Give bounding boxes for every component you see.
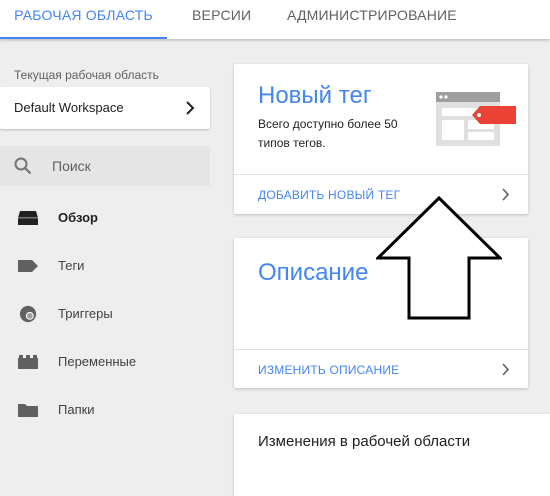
tab-workspace[interactable]: РАБОЧАЯ ОБЛАСТЬ [0, 0, 167, 39]
top-tab-bar: РАБОЧАЯ ОБЛАСТЬ ВЕРСИИ АДМИНИСТРИРОВАНИЕ [0, 0, 550, 39]
edit-description-link[interactable]: ИЗМЕНИТЬ ОПИСАНИЕ [258, 363, 399, 377]
workspace-label: Текущая рабочая область [14, 68, 159, 82]
tag-icon [18, 260, 38, 272]
tag-illustration-icon [436, 92, 516, 146]
sidebar-item-label: Переменные [58, 354, 137, 369]
sidebar-item-tags[interactable]: Теги [0, 246, 210, 286]
trigger-icon [19, 305, 37, 323]
card-divider [234, 349, 528, 350]
chevron-right-icon[interactable] [501, 363, 510, 376]
workspace-changes-title: Изменения в рабочей области [258, 433, 471, 450]
tab-admin[interactable]: АДМИНИСТРИРОВАНИЕ [287, 0, 457, 39]
chevron-right-icon[interactable] [501, 188, 510, 201]
search-input[interactable] [52, 155, 202, 177]
workspace-selector[interactable]: Default Workspace [0, 87, 210, 129]
up-arrow-icon [376, 196, 502, 320]
folder-icon [18, 404, 38, 417]
new-tag-description: Всего доступно более 50 типов тегов. [258, 117, 398, 150]
sidebar-item-folders[interactable]: Папки [0, 390, 210, 430]
sidebar-item-variables[interactable]: Переменные [0, 342, 210, 382]
overview-icon [18, 211, 38, 225]
workspace-name: Default Workspace [14, 100, 124, 115]
new-tag-card: Новый тег Всего доступно более 50 типов … [234, 64, 528, 214]
variables-icon [18, 355, 38, 369]
description-title: Описание [258, 259, 369, 286]
sidebar-item-overview[interactable]: Обзор [0, 198, 210, 238]
chevron-right-icon [186, 101, 195, 115]
sidebar-item-label: Обзор [58, 210, 98, 225]
card-divider [234, 174, 528, 175]
new-tag-title: Новый тег [258, 82, 372, 109]
search-box[interactable] [0, 146, 210, 186]
sidebar-item-label: Папки [58, 402, 95, 417]
sidebar-item-triggers[interactable]: Триггеры [0, 294, 210, 334]
sidebar-item-label: Триггеры [58, 306, 113, 321]
workspace-changes-card: Изменения в рабочей области [234, 414, 550, 496]
sidebar-item-label: Теги [58, 258, 85, 273]
tab-versions[interactable]: ВЕРСИИ [192, 0, 251, 39]
search-icon [14, 157, 32, 175]
